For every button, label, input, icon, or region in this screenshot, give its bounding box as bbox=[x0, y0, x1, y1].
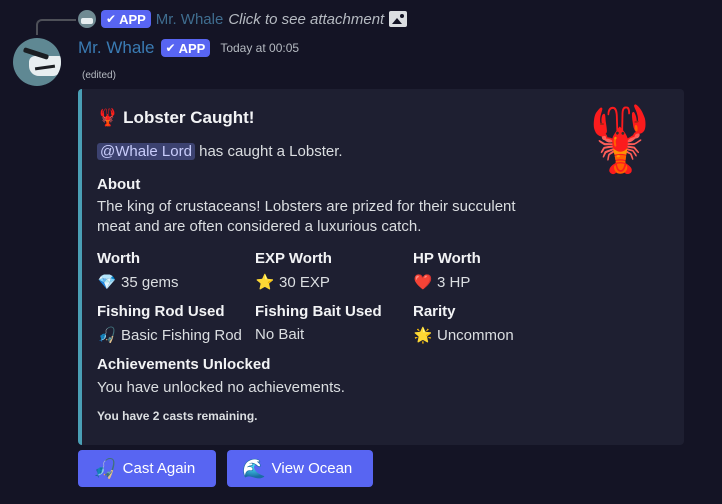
author-avatar[interactable] bbox=[13, 38, 61, 86]
check-icon: ✔ bbox=[106, 12, 117, 26]
exp-worth-value: ⭐ 30 EXP bbox=[255, 274, 330, 291]
heart-icon: ❤️ bbox=[413, 274, 433, 291]
reply-app-badge: ✔ APP bbox=[101, 10, 151, 28]
achievements-label: Achievements Unlocked bbox=[97, 356, 271, 373]
about-text: The king of crustaceans! Lobsters are pr… bbox=[97, 198, 516, 235]
author-name[interactable]: Mr. Whale bbox=[78, 38, 155, 58]
user-mention[interactable]: @Whale Lord bbox=[97, 143, 195, 160]
cast-again-button[interactable]: 🎣 Cast Again bbox=[78, 450, 216, 487]
rarity-value: 🌟 Uncommon bbox=[413, 327, 514, 344]
worth-label: Worth bbox=[97, 250, 141, 267]
gem-icon: 💎 bbox=[97, 274, 117, 291]
star-icon: ⭐ bbox=[255, 274, 275, 291]
cast-again-label: Cast Again bbox=[122, 460, 196, 477]
embed-description: @Whale Lord has caught a Lobster. bbox=[97, 143, 343, 160]
view-ocean-label: View Ocean bbox=[271, 460, 353, 477]
reply-author-name[interactable]: Mr. Whale bbox=[156, 11, 224, 28]
image-icon bbox=[389, 11, 408, 27]
message-timestamp[interactable]: Today at 00:05 bbox=[220, 41, 299, 55]
check-icon: ✔ bbox=[165, 41, 176, 55]
wave-icon: 🌊 bbox=[242, 458, 266, 480]
message-header: Mr. Whale ✔ APP Today at 00:05 bbox=[78, 37, 299, 59]
edited-label: (edited) bbox=[82, 70, 116, 81]
embed-card: 🦞 🦞 Lobster Caught! @Whale Lord has caug… bbox=[78, 89, 684, 445]
lobster-icon: 🦞 bbox=[97, 108, 119, 127]
hp-worth-label: HP Worth bbox=[413, 250, 481, 267]
worth-value: 💎 35 gems bbox=[97, 274, 179, 291]
fishing-rod-label: Fishing Rod Used bbox=[97, 303, 225, 320]
description-text: has caught a Lobster. bbox=[199, 143, 343, 160]
exp-worth-label: EXP Worth bbox=[255, 250, 332, 267]
fishing-rod-icon: 🎣 bbox=[97, 327, 117, 344]
fishing-bait-label: Fishing Bait Used bbox=[255, 303, 382, 320]
fishing-bait-value: No Bait bbox=[255, 326, 305, 343]
app-badge: ✔ APP bbox=[160, 39, 211, 57]
about-label: About bbox=[97, 176, 141, 193]
fishing-rod-icon: 🎣 bbox=[93, 458, 117, 480]
hp-worth-value: ❤️ 3 HP bbox=[413, 274, 471, 291]
fishing-rod-value: 🎣 Basic Fishing Rod bbox=[97, 327, 242, 344]
sparkle-icon: 🌟 bbox=[413, 327, 433, 344]
view-ocean-button[interactable]: 🌊 View Ocean bbox=[227, 450, 373, 487]
reply-attachment-text[interactable]: Click to see attachment bbox=[228, 11, 384, 28]
embed-title: 🦞 Lobster Caught! bbox=[97, 107, 684, 129]
reply-avatar bbox=[78, 10, 96, 28]
reply-preview[interactable]: ✔ APP Mr. Whale Click to see attachment bbox=[78, 8, 408, 30]
embed-title-text: Lobster Caught! bbox=[123, 108, 255, 127]
rarity-label: Rarity bbox=[413, 303, 456, 320]
reply-connector bbox=[36, 19, 76, 35]
achievements-value: You have unlocked no achievements. bbox=[97, 379, 345, 396]
embed-footer: You have 2 casts remaining. bbox=[97, 409, 258, 423]
